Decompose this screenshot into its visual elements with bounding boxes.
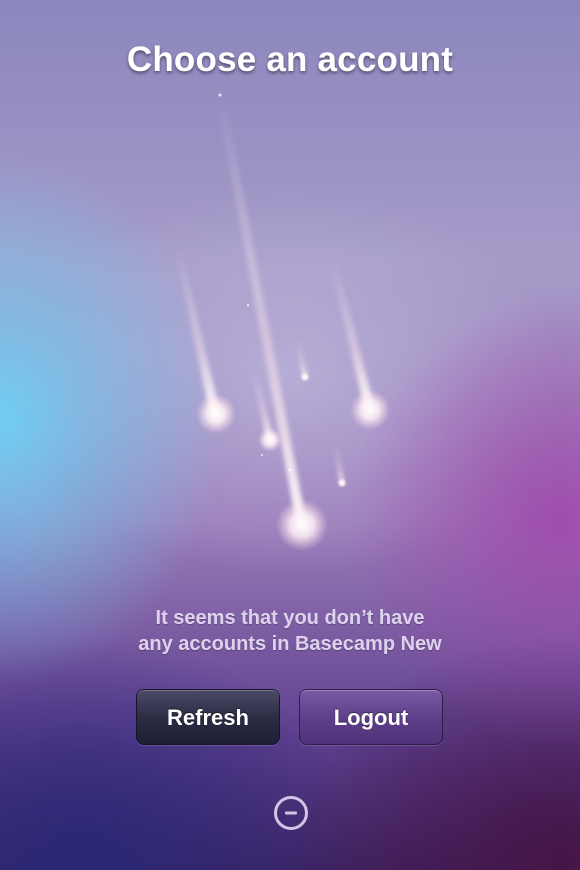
message-line-2: any accounts in Basecamp New	[138, 633, 442, 655]
meteor-head	[196, 394, 236, 434]
choose-account-screen: Choose an account It seems that you don’…	[0, 0, 580, 870]
meteor-head	[276, 499, 328, 551]
meteor-trail	[334, 444, 344, 483]
logout-button[interactable]: Logout	[299, 689, 443, 745]
empty-accounts-message: It seems that you don’t have any account…	[0, 605, 580, 657]
message-line-1: It seems that you don’t have	[155, 607, 425, 629]
meteor-trail	[296, 339, 307, 377]
minus-circle-icon[interactable]	[273, 795, 309, 831]
meteor-head	[337, 478, 347, 488]
spark	[246, 303, 250, 307]
refresh-button[interactable]: Refresh	[136, 689, 280, 745]
meteor-head	[300, 372, 310, 382]
spark	[288, 468, 292, 472]
spark	[260, 453, 264, 457]
spark	[218, 93, 222, 97]
meteor-head	[258, 428, 282, 452]
meteor-head	[350, 390, 390, 430]
meteor-trail	[216, 95, 306, 522]
meteor-shower-illustration	[175, 93, 390, 551]
meteor-trail	[175, 249, 220, 414]
meteor-trail	[330, 261, 374, 407]
